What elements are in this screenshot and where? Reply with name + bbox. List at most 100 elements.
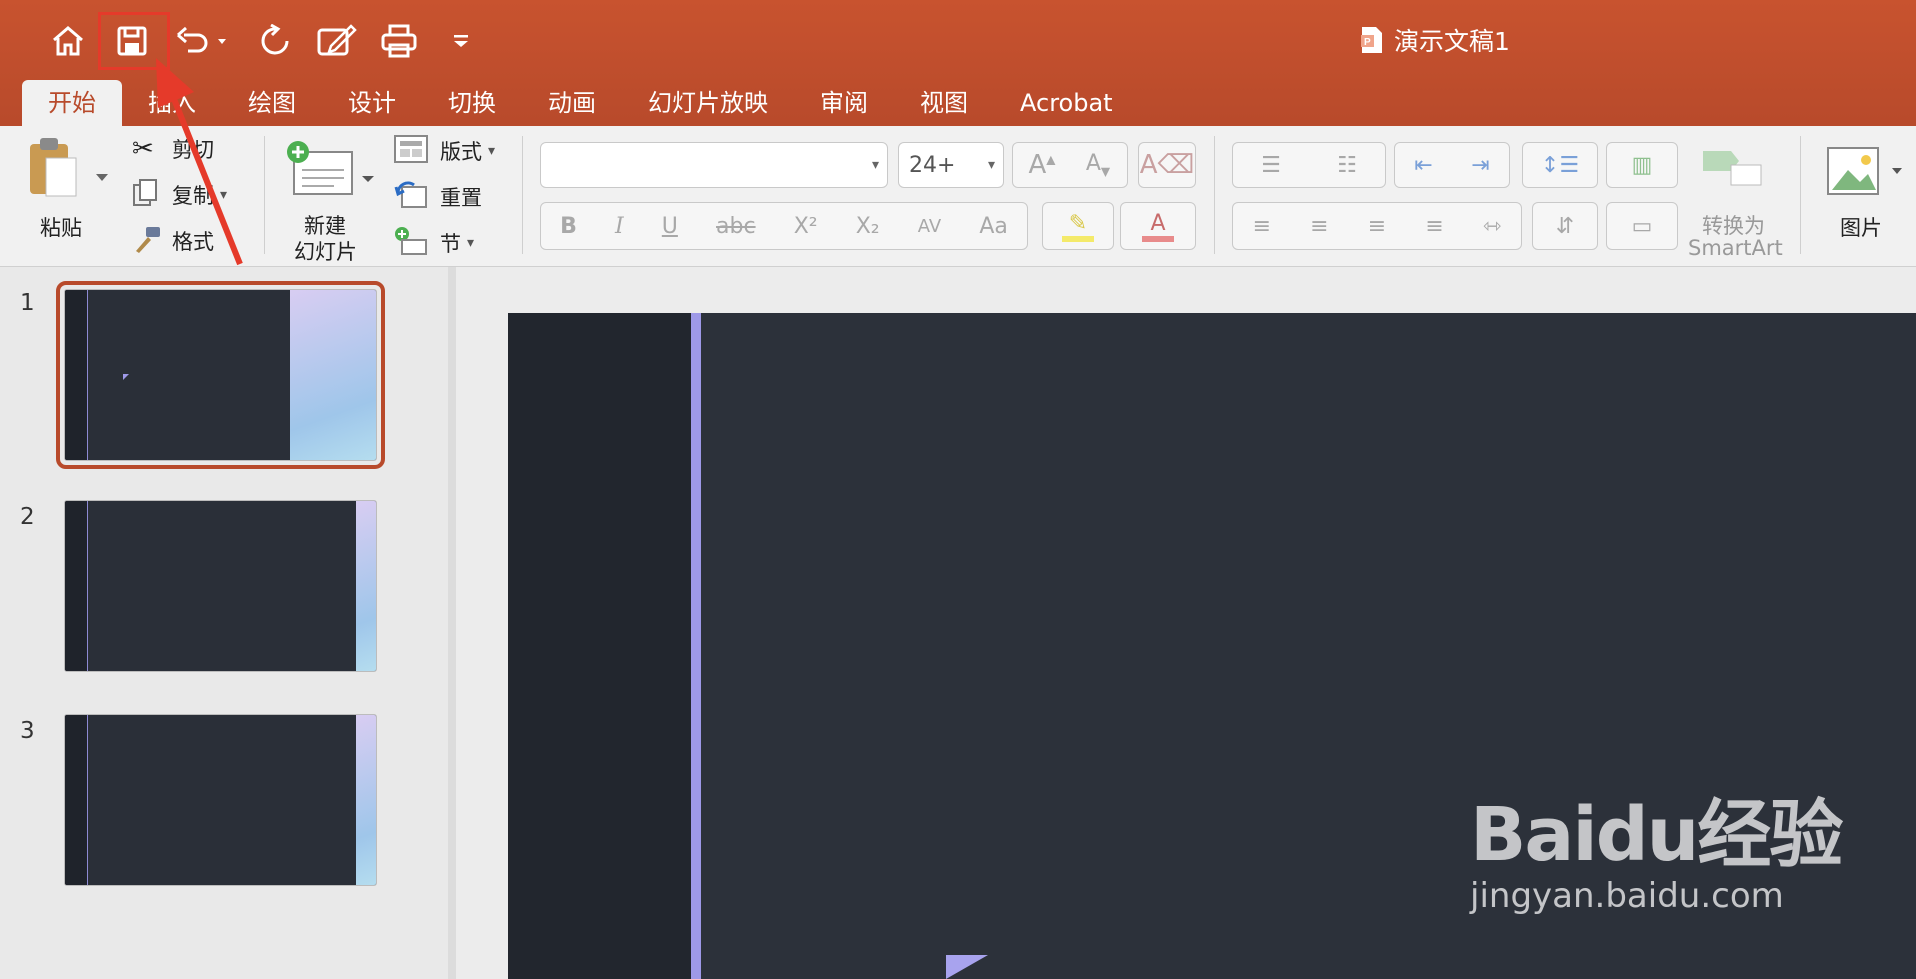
font-name-combobox[interactable]: ▾ bbox=[540, 142, 888, 188]
section-icon bbox=[394, 226, 440, 260]
thumb-dark-band bbox=[65, 501, 88, 671]
columns-button[interactable]: ▥ bbox=[1606, 142, 1678, 188]
new-slide-button[interactable] bbox=[284, 136, 376, 206]
strikethrough-button[interactable]: abc bbox=[716, 214, 756, 239]
italic-button[interactable]: I bbox=[615, 214, 624, 239]
thumb-gradient-band bbox=[356, 501, 376, 671]
redo-icon[interactable] bbox=[254, 14, 298, 68]
slide-thumbnail-3[interactable] bbox=[64, 714, 377, 886]
align-left-icon[interactable]: ≡ bbox=[1253, 214, 1271, 239]
chevron-down-icon: ▾ bbox=[987, 157, 995, 173]
slide-dark-band bbox=[508, 313, 691, 979]
distributed-icon[interactable]: ⇿ bbox=[1483, 214, 1501, 239]
document-title-text: 演示文稿1 bbox=[1394, 27, 1510, 56]
columns-icon: ▥ bbox=[1631, 152, 1653, 178]
slide-corner-marker bbox=[946, 955, 988, 979]
ribbon-separator bbox=[522, 136, 523, 254]
align-right-icon[interactable]: ≡ bbox=[1368, 214, 1386, 239]
scrollbar[interactable] bbox=[448, 267, 456, 979]
chevron-down-icon: ▾ bbox=[871, 157, 879, 173]
highlighter-icon: ✎ bbox=[1062, 211, 1094, 242]
picture-button[interactable] bbox=[1826, 146, 1906, 200]
numbering-icon[interactable]: ☷ bbox=[1309, 153, 1385, 178]
section-dropdown-icon[interactable]: ▾ bbox=[467, 235, 474, 251]
reset-button[interactable]: 重置 bbox=[394, 180, 504, 214]
print-icon[interactable] bbox=[376, 14, 422, 68]
align-text-icon: ▭ bbox=[1631, 213, 1653, 239]
edit-icon[interactable] bbox=[314, 14, 360, 68]
ribbon-separator bbox=[264, 136, 265, 254]
decrease-font-size-icon[interactable]: A▼ bbox=[1070, 151, 1126, 178]
annotation-arrow-icon bbox=[156, 58, 243, 266]
title-bar: P 演示文稿1 开始 插入 绘图 设计 切换 动画 幻灯片放映 审阅 视图 Ac… bbox=[0, 0, 1916, 126]
slide-accent-stripe bbox=[691, 313, 701, 979]
superscript-button[interactable]: X² bbox=[794, 214, 818, 239]
character-spacing-button[interactable]: AV bbox=[918, 216, 941, 237]
increase-indent-icon[interactable]: ⇥ bbox=[1452, 153, 1509, 178]
new-slide-label-2: 幻灯片 bbox=[294, 240, 357, 264]
alignment-group: ≡ ≡ ≡ ≡ ⇿ bbox=[1232, 202, 1522, 250]
slide-thumbnail-2[interactable] bbox=[64, 500, 377, 672]
new-slide-icon bbox=[287, 141, 374, 195]
text-format-group: B I U abc X² X₂ AV Aa bbox=[540, 202, 1028, 250]
layout-button[interactable]: 版式 ▾ bbox=[394, 134, 504, 168]
tab-animations[interactable]: 动画 bbox=[522, 80, 622, 126]
convert-smartart-label-2: SmartArt bbox=[1688, 236, 1783, 260]
selected-slide-outline bbox=[56, 281, 385, 469]
slide-number: 1 bbox=[20, 290, 35, 316]
subscript-button[interactable]: X₂ bbox=[856, 214, 880, 239]
bullets-icon[interactable]: ☰ bbox=[1233, 153, 1309, 178]
tab-slideshow[interactable]: 幻灯片放映 bbox=[622, 80, 794, 126]
clear-formatting-button[interactable]: A⌫ bbox=[1138, 142, 1196, 188]
ribbon-separator bbox=[1214, 136, 1215, 254]
clipboard-icon bbox=[30, 138, 108, 197]
section-button[interactable]: 节 ▾ bbox=[394, 226, 504, 260]
tab-review[interactable]: 审阅 bbox=[794, 80, 894, 126]
indent-group: ⇤ ⇥ bbox=[1394, 142, 1510, 188]
watermark-brand: Baidu经验 bbox=[1470, 792, 1843, 878]
eraser-icon: A⌫ bbox=[1139, 150, 1195, 180]
thumb-gradient-band bbox=[356, 715, 376, 885]
layout-dropdown-icon[interactable]: ▾ bbox=[488, 143, 495, 159]
slide-number: 2 bbox=[20, 504, 35, 530]
powerpoint-file-icon: P bbox=[1361, 27, 1382, 53]
font-grow-shrink-group: A▲ A▼ bbox=[1012, 142, 1128, 188]
watermark-url: jingyan.baidu.com bbox=[1470, 876, 1784, 916]
decrease-indent-icon[interactable]: ⇤ bbox=[1395, 153, 1452, 178]
customize-qat-icon[interactable] bbox=[446, 14, 476, 68]
font-color-button[interactable]: A bbox=[1120, 202, 1196, 250]
increase-font-size-icon[interactable]: A▲ bbox=[1014, 150, 1070, 180]
text-direction-icon: ⇵ bbox=[1555, 213, 1575, 239]
paste-button[interactable] bbox=[26, 136, 110, 216]
tab-transitions[interactable]: 切换 bbox=[422, 80, 522, 126]
font-size-combobox[interactable]: 24+ ▾ bbox=[898, 142, 1004, 188]
highlight-button[interactable]: ✎ bbox=[1042, 202, 1114, 250]
watermark: Baidu经验 jingyan.baidu.com bbox=[1470, 775, 1843, 916]
text-direction-button[interactable]: ⇵ bbox=[1532, 202, 1598, 250]
home-icon[interactable] bbox=[44, 14, 92, 68]
slide-number: 3 bbox=[20, 718, 35, 744]
document-title: P 演示文稿1 bbox=[1360, 22, 1510, 58]
tab-design[interactable]: 设计 bbox=[322, 80, 422, 126]
tab-view[interactable]: 视图 bbox=[894, 80, 994, 126]
ribbon: 粘贴 ✂ 剪切 复制 ▾ 格式 新建 幻灯片 版式 ▾ 重置 节 ▾ ▾ 24+… bbox=[0, 126, 1916, 267]
thumb-dark-band bbox=[65, 715, 88, 885]
picture-icon bbox=[1827, 147, 1902, 195]
paste-label: 粘贴 bbox=[40, 216, 82, 240]
layout-icon bbox=[394, 135, 440, 167]
justify-icon[interactable]: ≡ bbox=[1425, 214, 1443, 239]
line-spacing-button[interactable]: ↕☰ bbox=[1522, 142, 1598, 188]
line-spacing-icon: ↕☰ bbox=[1540, 152, 1580, 178]
bullets-numbering-group: ☰ ☷ bbox=[1232, 142, 1386, 188]
ribbon-separator bbox=[1800, 136, 1801, 254]
change-case-button[interactable]: Aa bbox=[979, 214, 1008, 239]
align-text-button[interactable]: ▭ bbox=[1606, 202, 1678, 250]
font-color-icon: A bbox=[1142, 211, 1174, 242]
svg-text:P: P bbox=[1364, 37, 1371, 48]
tab-home[interactable]: 开始 bbox=[22, 80, 122, 126]
underline-button[interactable]: U bbox=[662, 214, 678, 239]
bold-button[interactable]: B bbox=[560, 214, 577, 239]
tab-acrobat[interactable]: Acrobat bbox=[994, 80, 1139, 126]
picture-label: 图片 bbox=[1840, 216, 1882, 240]
align-center-icon[interactable]: ≡ bbox=[1310, 214, 1328, 239]
